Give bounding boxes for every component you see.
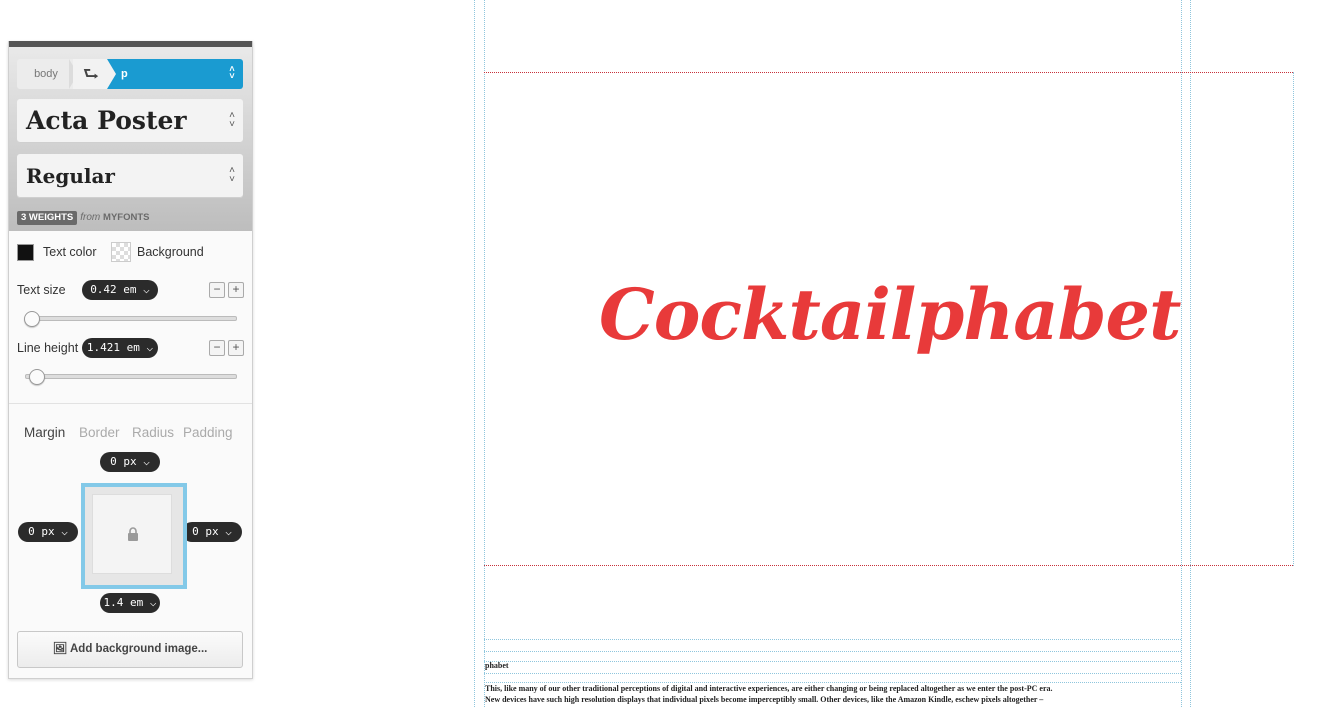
weights-badge[interactable]: 3 WEIGHTS xyxy=(17,211,78,225)
text-color-swatch[interactable] xyxy=(17,244,34,261)
margin-bottom-dropdown[interactable]: 1.4 em ⌵ xyxy=(100,593,160,613)
guide-line xyxy=(484,0,485,707)
chevron-updown-icon: ˄ ˅ xyxy=(229,64,235,81)
line-height-decrease-button[interactable]: − xyxy=(209,340,225,356)
guide-line xyxy=(474,0,475,707)
image-icon: 🖼 xyxy=(52,643,68,655)
text-size-slider-thumb[interactable] xyxy=(24,311,40,327)
line-height-dropdown[interactable]: 1.421 em ⌵ xyxy=(82,338,158,358)
text-size-dropdown[interactable]: 0.42 em ⌵ xyxy=(82,280,158,300)
breadcrumb-current-selector[interactable]: p ˄ ˅ xyxy=(107,59,243,89)
selection-bottom-edge xyxy=(484,565,1293,566)
line-height-increase-button[interactable]: + xyxy=(228,340,244,356)
guide-line xyxy=(484,661,1181,662)
lock-icon[interactable] xyxy=(127,527,139,541)
breadcrumb-body[interactable]: body xyxy=(17,59,75,89)
chevron-updown-icon: ˄ ˅ xyxy=(229,110,235,130)
font-family-select[interactable]: Acta Poster ˄ ˅ xyxy=(17,99,243,143)
style-panel: body ⮑ p ˄ ˅ Acta Poster ˄ ˅ Regular ˄ ˅ 3 … xyxy=(8,41,253,679)
text-size-slider[interactable] xyxy=(25,316,237,321)
color-row: Text color Background xyxy=(17,241,243,263)
selection-top-edge xyxy=(484,72,1293,73)
add-background-label: Add background image... xyxy=(70,643,208,655)
guide-line xyxy=(484,639,1181,640)
font-source[interactable]: MYFONTS xyxy=(103,212,149,223)
chevron-down-icon: ⌵ xyxy=(143,455,150,468)
margin-left-dropdown[interactable]: 0 px ⌵ xyxy=(18,522,78,542)
chevron-down-icon: ⌵ xyxy=(146,341,154,354)
margin-bottom-value: 1.4 em xyxy=(103,596,144,609)
font-weights-info: 3 WEIGHTS from MYFONTS xyxy=(17,211,150,225)
line-height-slider[interactable] xyxy=(25,374,237,379)
chevron-down-icon: ⌵ xyxy=(61,525,68,538)
guide-line xyxy=(484,673,1181,674)
chevron-down-icon: ⌵ xyxy=(149,596,157,609)
add-background-image-button[interactable]: 🖼 Add background image... xyxy=(17,631,243,668)
text-size-increase-button[interactable]: + xyxy=(228,282,244,298)
selection-right-edge xyxy=(1293,72,1294,566)
guide-line xyxy=(1181,0,1182,707)
chevron-down-icon: ⌵ xyxy=(143,283,150,296)
text-size-label: Text size xyxy=(17,283,66,297)
font-family-value: Acta Poster xyxy=(26,106,187,135)
margin-top-dropdown[interactable]: 0 px ⌵ xyxy=(100,452,160,472)
guide-line xyxy=(1190,0,1191,707)
breadcrumb: body ⮑ p ˄ ˅ xyxy=(17,59,243,89)
chevron-down-icon: ⌵ xyxy=(225,525,232,538)
from-label: from xyxy=(80,212,101,223)
box-model-inner xyxy=(92,494,172,574)
chevron-updown-icon: ˄ ˅ xyxy=(229,165,235,185)
paragraph-line: This, like many of our other traditional… xyxy=(485,684,1053,693)
box-model-diagram xyxy=(81,483,187,589)
line-height-label: Line height xyxy=(17,341,79,355)
subheading[interactable]: phabet xyxy=(485,661,509,670)
breadcrumb-separator xyxy=(107,59,116,89)
tab-margin[interactable]: Margin xyxy=(24,425,65,440)
guide-line xyxy=(484,651,1181,652)
body-paragraph[interactable]: This, like many of our other traditional… xyxy=(485,683,1175,705)
tab-padding[interactable]: Padding xyxy=(183,425,233,440)
line-height-slider-thumb[interactable] xyxy=(29,369,45,385)
paragraph-line: New devices have such high resolution di… xyxy=(485,695,1044,704)
text-size-value: 0.42 em xyxy=(90,283,137,296)
margin-top-value: 0 px xyxy=(110,455,137,468)
font-style-select[interactable]: Regular ˄ ˅ xyxy=(17,154,243,198)
margin-left-value: 0 px xyxy=(28,525,55,538)
tab-border[interactable]: Border xyxy=(79,425,120,440)
background-color-swatch[interactable] xyxy=(111,242,131,262)
margin-right-dropdown[interactable]: 0 px ⌵ xyxy=(182,522,242,542)
background-label[interactable]: Background xyxy=(137,245,204,259)
tab-radius[interactable]: Radius xyxy=(132,425,174,440)
text-size-decrease-button[interactable]: − xyxy=(209,282,225,298)
divider xyxy=(9,403,252,404)
breadcrumb-current: p xyxy=(121,68,128,80)
font-header: body ⮑ p ˄ ˅ Acta Poster ˄ ˅ Regular ˄ ˅ 3 … xyxy=(9,41,252,231)
font-style-value: Regular xyxy=(26,164,115,188)
text-color-label[interactable]: Text color xyxy=(43,245,97,259)
selected-paragraph-headline[interactable]: Cocktailphabet xyxy=(599,270,1181,360)
line-height-value: 1.421 em xyxy=(86,341,140,354)
margin-right-value: 0 px xyxy=(192,525,219,538)
parent-element-icon[interactable]: ⮑ xyxy=(73,59,109,89)
